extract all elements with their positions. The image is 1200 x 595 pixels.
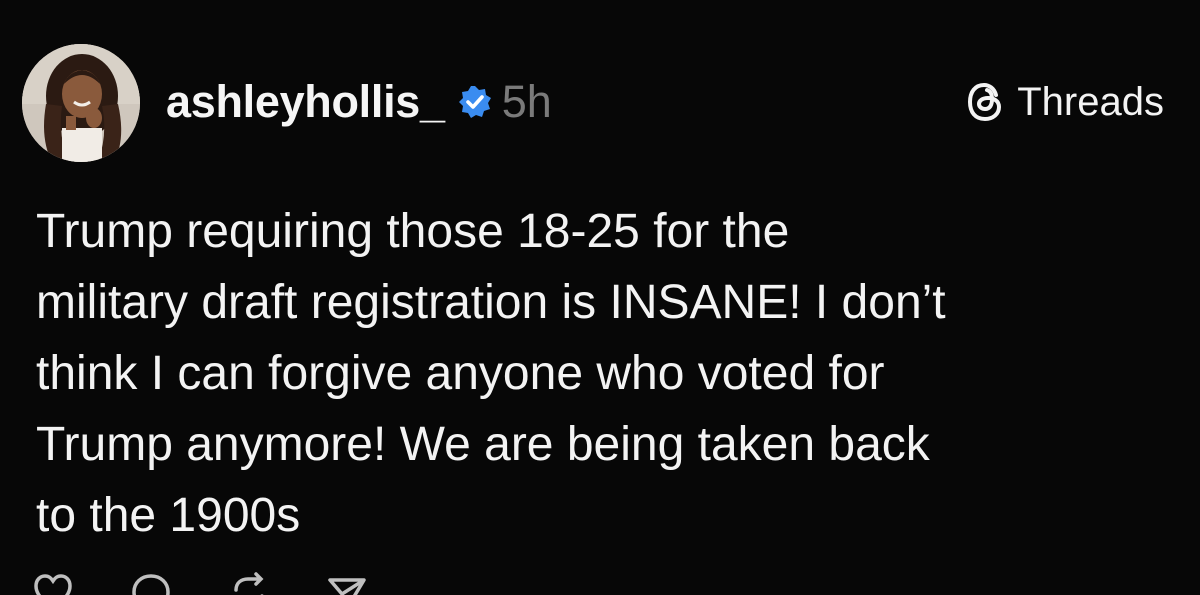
post-text-line: think I can forgive anyone who voted for bbox=[36, 347, 885, 400]
post-actions bbox=[30, 570, 422, 595]
threads-logo-icon bbox=[963, 79, 1009, 125]
send-icon bbox=[328, 578, 366, 595]
like-button[interactable] bbox=[30, 570, 76, 595]
comment-icon bbox=[132, 574, 170, 595]
post-text-line: Trump anymore! We are being taken back bbox=[36, 418, 930, 471]
post-body: Trump requiring those 18-25 for the mili… bbox=[36, 196, 1166, 551]
repost-icon bbox=[234, 572, 264, 595]
threads-label: Threads bbox=[1017, 79, 1164, 124]
post-header: ashleyhollis_ 5h bbox=[166, 70, 552, 134]
share-button[interactable] bbox=[324, 570, 370, 595]
threads-brand[interactable]: Threads bbox=[963, 76, 1164, 128]
verified-badge-icon bbox=[457, 84, 493, 120]
repost-button[interactable] bbox=[226, 570, 272, 595]
reply-button[interactable] bbox=[128, 570, 174, 595]
avatar[interactable] bbox=[22, 44, 140, 162]
threads-post: ashleyhollis_ 5h Threads Trump requiring… bbox=[0, 0, 1200, 595]
avatar-photo bbox=[22, 44, 140, 162]
post-text-line: Trump requiring those 18-25 for the bbox=[36, 205, 790, 258]
post-text-line: to the 1900s bbox=[36, 489, 301, 542]
username[interactable]: ashleyhollis_ bbox=[166, 76, 445, 128]
post-timestamp: 5h bbox=[501, 76, 552, 127]
heart-icon bbox=[34, 574, 72, 595]
post-text-line: military draft registration is INSANE! I… bbox=[36, 276, 946, 329]
